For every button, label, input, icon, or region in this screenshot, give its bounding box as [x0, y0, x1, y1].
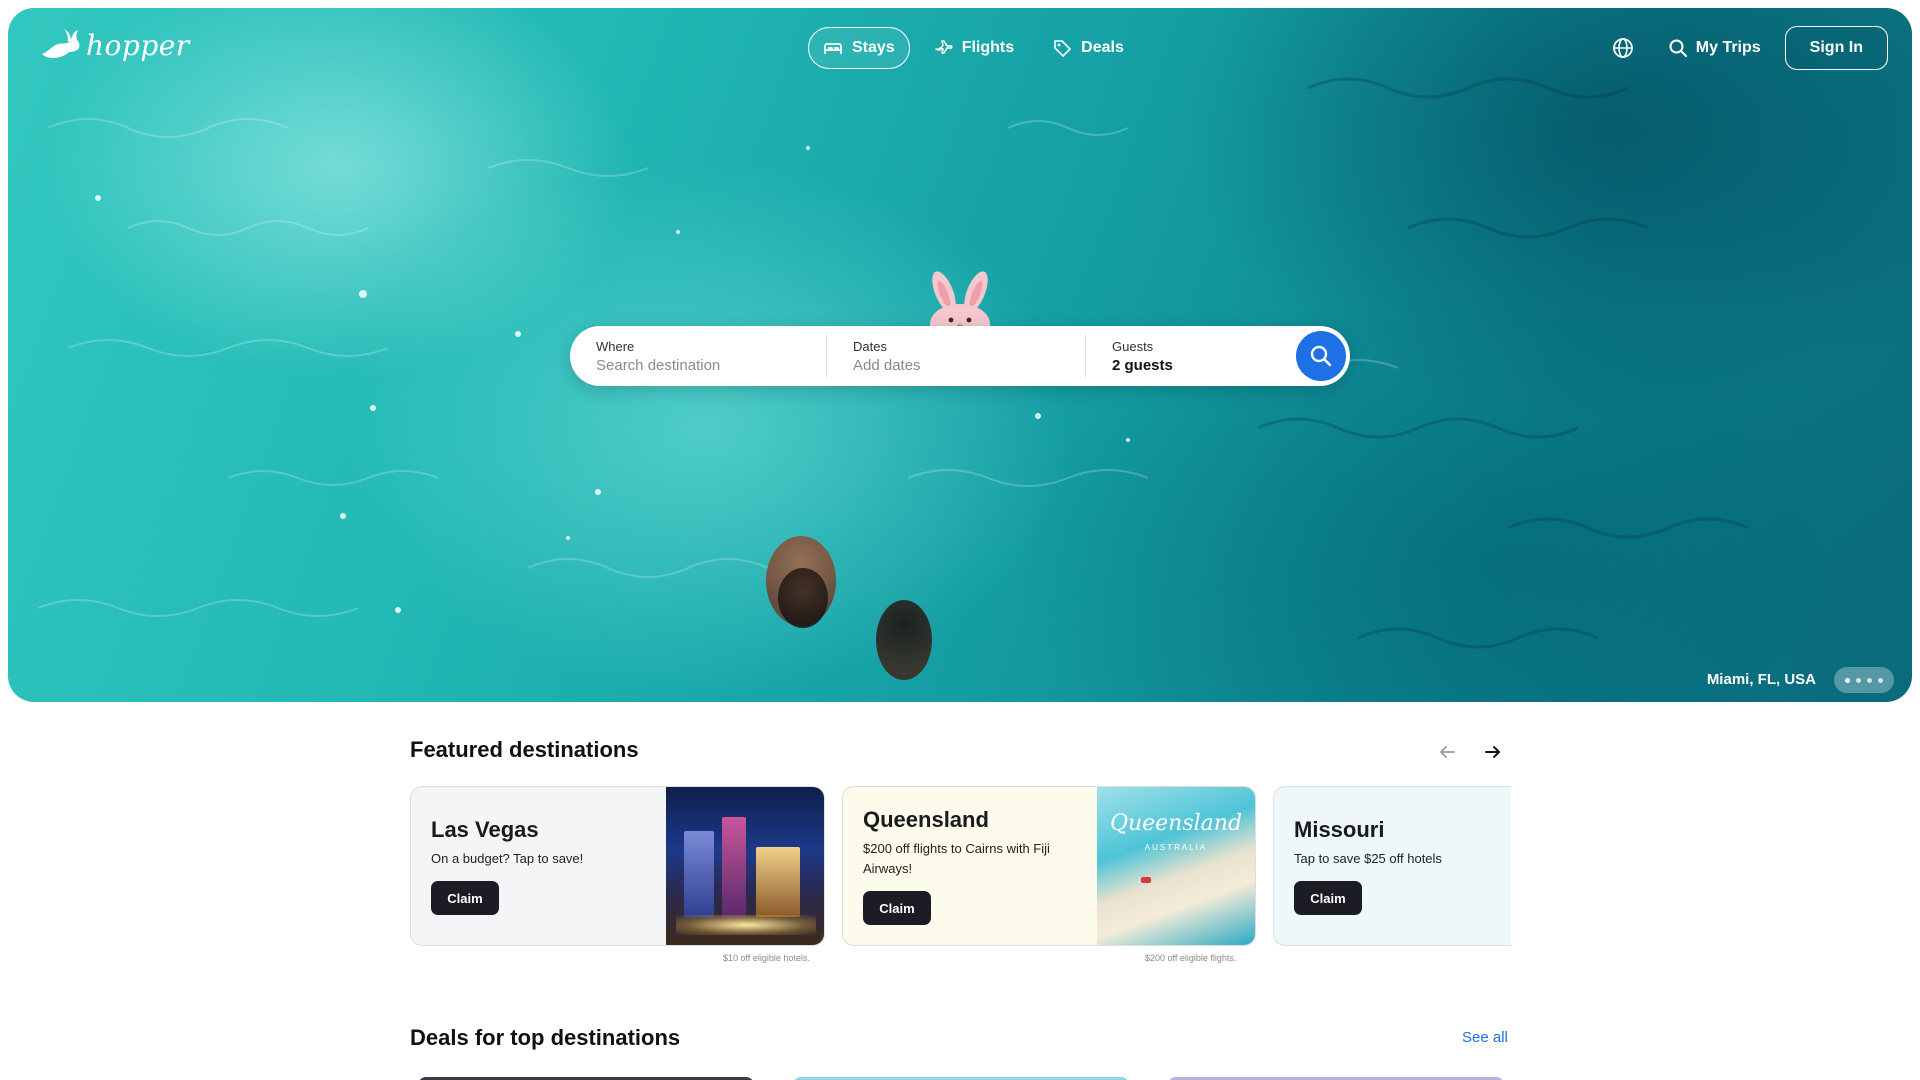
guests-field[interactable]: Guests 2 guests — [1086, 334, 1286, 378]
tab-flights[interactable]: Flights — [918, 27, 1029, 69]
card-title: Queensland — [863, 807, 989, 832]
sign-in-button[interactable]: Sign In — [1784, 26, 1888, 70]
search-bar: Where Search destination Dates Add dates… — [570, 326, 1350, 386]
claim-button[interactable]: Claim — [863, 891, 931, 925]
destination-card-las-vegas[interactable]: Las Vegas On a budget? Tap to save! Clai… — [410, 786, 825, 946]
slide-indicator[interactable] — [1834, 667, 1894, 693]
las-vegas-image — [666, 787, 824, 945]
swimmer-figure — [778, 568, 828, 628]
search-icon — [1310, 345, 1332, 367]
guests-label: Guests — [1112, 338, 1154, 354]
claim-button[interactable]: Claim — [431, 881, 499, 915]
dates-field[interactable]: Dates Add dates — [827, 334, 1085, 378]
card-title: Missouri — [1294, 817, 1385, 842]
bed-icon — [824, 43, 842, 54]
card-title: Las Vegas — [431, 817, 539, 842]
tag-icon — [1054, 40, 1071, 57]
guests-value[interactable]: 2 guests — [1112, 357, 1286, 374]
where-input[interactable]: Search destination — [596, 357, 826, 374]
hero-location: Miami, FL, USA — [1706, 671, 1816, 688]
card-description: On a budget? Tap to save! — [431, 851, 584, 866]
card-text: Queensland $200 off flights to Cairns wi… — [843, 787, 1097, 945]
card-text: Las Vegas On a budget? Tap to save! Clai… — [411, 787, 666, 945]
search-icon — [1669, 39, 1687, 57]
swimmer-figure — [876, 600, 932, 680]
primary-nav: Stays Flights Deals — [808, 27, 1139, 69]
slide-dot[interactable] — [1856, 677, 1861, 683]
slide-dot[interactable] — [1878, 677, 1883, 683]
where-field[interactable]: Where Search destination — [570, 334, 826, 378]
card-description: $200 off flights to Cairns with Fiji Air… — [863, 841, 1050, 876]
account-nav: My Trips Sign In — [1602, 26, 1888, 70]
arrow-left-icon — [1440, 746, 1455, 758]
globe-icon — [1612, 38, 1633, 58]
see-all-link[interactable]: See all — [1462, 1029, 1508, 1046]
tab-stays-label: Stays — [852, 39, 895, 56]
card-description: Tap to save $25 off hotels — [1294, 851, 1442, 866]
tab-deals[interactable]: Deals — [1037, 27, 1139, 69]
hopper-logo[interactable]: hopper — [38, 28, 190, 62]
slide-dot[interactable] — [1845, 677, 1850, 683]
where-label: Where — [596, 338, 635, 354]
dates-input[interactable]: Add dates — [853, 357, 1085, 374]
language-button[interactable] — [1602, 27, 1644, 69]
deals-title: Deals for top destinations — [410, 1025, 681, 1050]
brand-name: hopper — [86, 28, 190, 62]
my-trips-link[interactable]: My Trips — [1662, 38, 1767, 58]
australia-image-text: AUSTRALIA — [1144, 843, 1208, 852]
queensland-image: Queensland AUSTRALIA — [1097, 787, 1255, 945]
tab-flights-label: Flights — [961, 39, 1015, 56]
destination-card-queensland[interactable]: Queensland $200 off flights to Cairns wi… — [842, 786, 1256, 946]
arrow-right-icon — [1485, 746, 1500, 758]
queensland-image-text: Queensland — [1109, 811, 1243, 836]
search-button[interactable] — [1296, 331, 1346, 381]
tab-deals-label: Deals — [1081, 39, 1124, 56]
tab-stays[interactable]: Stays — [808, 27, 910, 69]
slide-dot[interactable] — [1867, 677, 1872, 683]
bunny-logo-icon — [42, 29, 80, 58]
plane-icon — [934, 40, 953, 54]
featured-title: Featured destinations — [410, 737, 639, 762]
card-footnote: $10 off eligible hotels. — [723, 953, 810, 963]
prev-button[interactable] — [1432, 739, 1462, 765]
destination-card-missouri[interactable]: Missouri Tap to save $25 off hotels Clai… — [1273, 786, 1511, 946]
carousel-arrows — [1432, 739, 1508, 765]
card-footnote: $200 off eligible flights. — [1145, 953, 1237, 963]
card-text: Missouri Tap to save $25 off hotels Clai… — [1274, 787, 1511, 945]
claim-button[interactable]: Claim — [1294, 881, 1362, 915]
my-trips-label: My Trips — [1695, 39, 1761, 56]
dates-label: Dates — [853, 338, 887, 354]
next-button[interactable] — [1478, 739, 1508, 765]
